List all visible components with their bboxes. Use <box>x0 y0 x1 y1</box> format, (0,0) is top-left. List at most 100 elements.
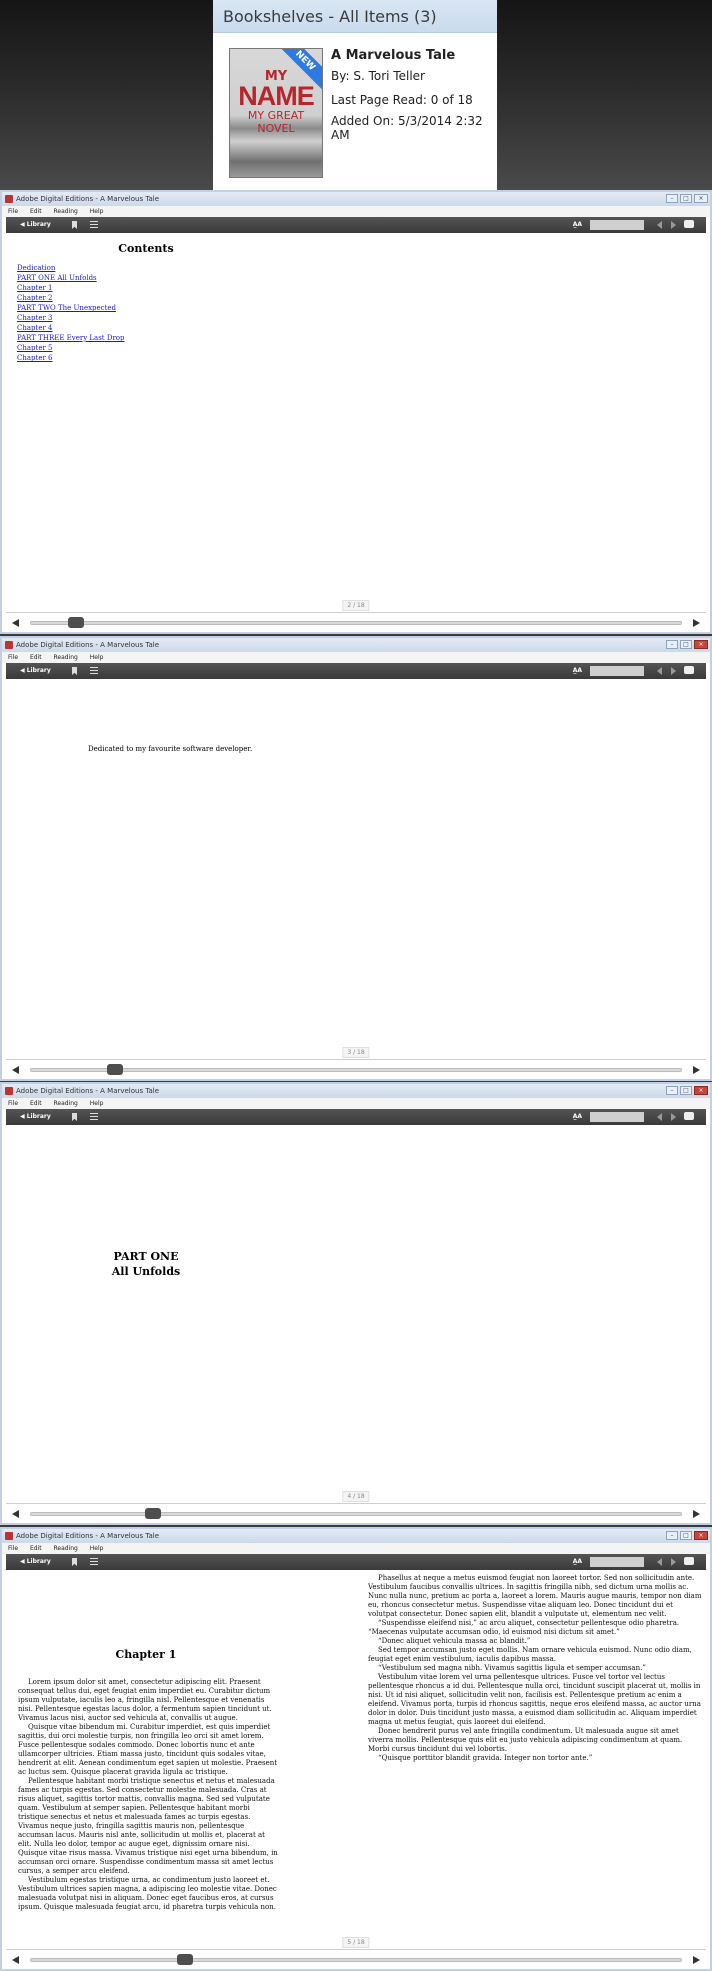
menu-reading[interactable]: Reading <box>54 1545 78 1552</box>
maximize-button[interactable]: □ <box>680 640 692 649</box>
toc-link[interactable]: Chapter 2 <box>17 293 125 303</box>
next-result-icon[interactable] <box>671 667 676 675</box>
toc-link[interactable]: Chapter 5 <box>17 343 125 353</box>
bookmark-icon[interactable] <box>72 1558 77 1566</box>
minimize-button[interactable]: – <box>666 1086 678 1095</box>
comment-icon[interactable] <box>684 666 694 674</box>
page-number[interactable]: 2 / 18 <box>342 600 370 611</box>
toc-link[interactable]: PART THREE Every Last Drop <box>17 333 125 343</box>
page-slider-thumb[interactable] <box>145 1508 162 1519</box>
menu-edit[interactable]: Edit <box>30 1100 42 1107</box>
menu-help[interactable]: Help <box>90 1100 104 1107</box>
page-number[interactable]: 3 / 18 <box>342 1047 370 1058</box>
page-number[interactable]: 5 / 18 <box>342 1937 370 1948</box>
window-titlebar[interactable]: Adobe Digital Editions - A Marvelous Tal… <box>2 192 710 206</box>
close-button[interactable]: × <box>694 1531 708 1540</box>
menu-edit[interactable]: Edit <box>30 654 42 661</box>
comment-icon[interactable] <box>684 1112 694 1120</box>
toc-link[interactable]: Chapter 3 <box>17 313 125 323</box>
toc-link[interactable]: Chapter 4 <box>17 323 125 333</box>
page-slider-track[interactable] <box>30 1958 682 1962</box>
minimize-button[interactable]: – <box>666 1531 678 1540</box>
menu-help[interactable]: Help <box>90 208 104 215</box>
menu-file[interactable]: File <box>8 1100 18 1107</box>
previous-result-icon[interactable] <box>657 221 662 229</box>
minimize-button[interactable]: – <box>666 194 678 203</box>
library-button[interactable]: ◀ Library <box>20 220 51 230</box>
table-of-contents-icon[interactable] <box>90 221 98 229</box>
font-size-button[interactable]: A̲A <box>573 1557 582 1567</box>
table-of-contents-icon[interactable] <box>90 1558 98 1566</box>
book-cover[interactable]: MY NAME MY GREAT NOVEL NEW <box>229 48 323 178</box>
previous-page-arrow-icon[interactable] <box>12 619 19 627</box>
table-of-contents-icon[interactable] <box>90 667 98 675</box>
maximize-button[interactable]: □ <box>680 194 692 203</box>
bookmark-icon[interactable] <box>72 221 77 229</box>
menu-edit[interactable]: Edit <box>30 208 42 215</box>
toc-link[interactable]: Chapter 6 <box>17 353 125 363</box>
comment-icon[interactable] <box>684 1557 694 1565</box>
search-input[interactable] <box>590 1557 644 1567</box>
table-of-contents-icon[interactable] <box>90 1113 98 1121</box>
page-slider-track[interactable] <box>30 1512 682 1516</box>
next-page-arrow-icon[interactable] <box>693 1066 700 1074</box>
page-slider-thumb[interactable] <box>106 1064 123 1075</box>
previous-page-arrow-icon[interactable] <box>12 1510 19 1518</box>
next-page-arrow-icon[interactable] <box>693 1956 700 1964</box>
maximize-button[interactable]: □ <box>680 1086 692 1095</box>
font-size-button[interactable]: A̲A <box>573 1112 582 1122</box>
window-titlebar[interactable]: Adobe Digital Editions - A Marvelous Tal… <box>2 1084 710 1098</box>
previous-page-arrow-icon[interactable] <box>12 1956 19 1964</box>
author-label: By: <box>331 69 350 83</box>
menu-file[interactable]: File <box>8 208 18 215</box>
next-result-icon[interactable] <box>671 221 676 229</box>
bookmark-icon[interactable] <box>72 667 77 675</box>
previous-result-icon[interactable] <box>657 1113 662 1121</box>
library-button[interactable]: ◀ Library <box>20 1112 51 1122</box>
window-title: Adobe Digital Editions - A Marvelous Tal… <box>16 1532 160 1540</box>
window-titlebar[interactable]: Adobe Digital Editions - A Marvelous Tal… <box>2 638 710 652</box>
page-total: / 18 <box>353 602 365 609</box>
search-input[interactable] <box>590 1112 644 1122</box>
font-size-button[interactable]: A̲A <box>573 220 582 230</box>
maximize-button[interactable]: □ <box>680 1531 692 1540</box>
bookmark-icon[interactable] <box>72 1113 77 1121</box>
toc-link[interactable]: Chapter 1 <box>17 283 125 293</box>
next-page-arrow-icon[interactable] <box>693 1510 700 1518</box>
toc-link[interactable]: PART TWO The Unexpected <box>17 303 125 313</box>
menu-edit[interactable]: Edit <box>30 1545 42 1552</box>
next-result-icon[interactable] <box>671 1113 676 1121</box>
comment-icon[interactable] <box>684 220 694 228</box>
previous-result-icon[interactable] <box>657 1558 662 1566</box>
toc-link[interactable]: PART ONE All Unfolds <box>17 273 125 283</box>
minimize-button[interactable]: – <box>666 640 678 649</box>
next-page-arrow-icon[interactable] <box>693 619 700 627</box>
close-button[interactable]: × <box>694 1086 708 1095</box>
menu-reading[interactable]: Reading <box>54 1100 78 1107</box>
menu-reading[interactable]: Reading <box>54 208 78 215</box>
toc-link[interactable]: Dedication <box>17 263 125 273</box>
menu-help[interactable]: Help <box>90 654 104 661</box>
previous-result-icon[interactable] <box>657 667 662 675</box>
menu-help[interactable]: Help <box>90 1545 104 1552</box>
page-content: Chapter 1 Lorem ipsum dolor sit amet, con… <box>6 1570 706 1933</box>
library-button[interactable]: ◀ Library <box>20 1557 51 1567</box>
font-size-button[interactable]: A̲A <box>573 666 582 676</box>
library-button[interactable]: ◀ Library <box>20 666 51 676</box>
page-number[interactable]: 4 / 18 <box>342 1491 370 1502</box>
previous-page-arrow-icon[interactable] <box>12 1066 19 1074</box>
window-titlebar[interactable]: Adobe Digital Editions - A Marvelous Tal… <box>2 1529 710 1543</box>
next-result-icon[interactable] <box>671 1558 676 1566</box>
search-input[interactable] <box>590 666 644 676</box>
page-slider-thumb[interactable] <box>177 1954 194 1965</box>
search-input[interactable] <box>590 220 644 230</box>
menu-file[interactable]: File <box>8 1545 18 1552</box>
page-slider-track[interactable] <box>30 1068 682 1072</box>
menu-reading[interactable]: Reading <box>54 654 78 661</box>
page-slider-thumb[interactable] <box>68 617 85 628</box>
close-button[interactable]: × <box>694 640 708 649</box>
close-button[interactable]: × <box>694 194 708 203</box>
page-current: 3 <box>347 1049 352 1056</box>
menu-file[interactable]: File <box>8 654 18 661</box>
page-slider-track[interactable] <box>30 621 682 625</box>
